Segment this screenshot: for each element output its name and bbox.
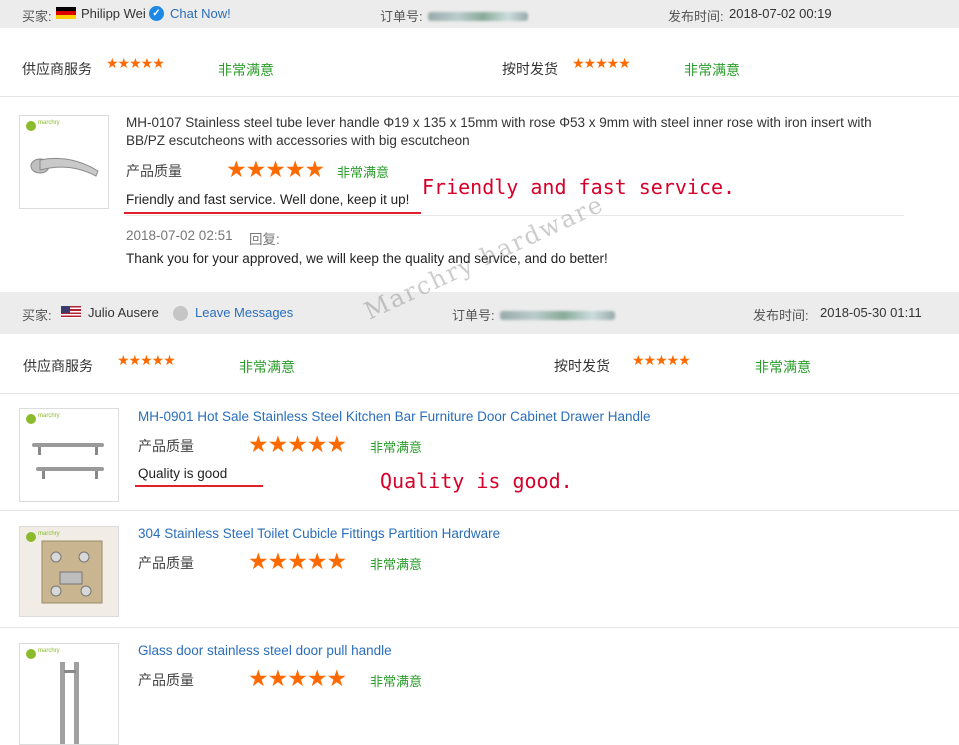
reply-divider [126,215,904,216]
product-quality-label: 产品质量 [138,438,194,454]
buyer-label: 买家: [22,9,52,24]
order-number-redacted [428,9,528,24]
order-number-label: 订单号: [380,9,423,24]
supplier-service-label: 供应商服务 [22,61,92,77]
lever-handle-image [30,157,99,177]
reply-label: 回复: [249,232,280,247]
bar-handle-image [32,443,104,479]
publish-time: 2018-05-30 01:11 [820,305,922,320]
product-item-3: marchry 304 Stainless Steel Toilet Cubic… [0,510,959,628]
review-underline [124,212,421,214]
message-icon[interactable] [173,306,188,321]
product-quality-label: 产品质量 [126,163,182,179]
chat-icon[interactable]: ✓ [149,6,164,21]
reply-timestamp: 2018-07-02 02:51 [126,228,233,243]
product-quality-verdict: 非常满意 [370,674,423,689]
product-quality-verdict: 非常满意 [370,557,423,572]
supplier-service-verdict: 非常满意 [218,62,274,78]
product-quality-verdict: 非常满意 [337,165,390,180]
review-annotation: Friendly and fast service. [422,175,736,199]
on-time-shipping-verdict: 非常满意 [755,359,811,375]
on-time-shipping-verdict: 非常满意 [684,62,740,78]
supplier-service-stars: ★★★★★ [106,55,165,71]
review-annotation: Quality is good. [380,469,573,493]
on-time-shipping-stars: ★★★★★ [632,352,691,368]
on-time-shipping-label: 按时发货 [502,61,558,77]
seller-reply: Thank you for your approved, we will kee… [126,251,608,266]
leave-messages-link[interactable]: Leave Messages [195,305,293,320]
product-thumbnail[interactable]: marchry [19,643,119,745]
order-number-redacted [500,308,615,323]
product-thumbnail[interactable]: marchry [19,526,119,617]
product-quality-label: 产品质量 [138,672,194,688]
on-time-shipping-stars: ★★★★★ [572,55,631,71]
publish-time-label: 发布时间: [668,9,724,24]
publish-time-label: 发布时间: [753,308,809,323]
buyer-name: Julio Ausere [88,305,159,320]
order-header-1: 买家: Philipp Wei ✓ Chat Now! 订单号: 发布时间: 2… [0,0,959,28]
product-thumbnail[interactable]: marchry [19,408,119,502]
on-time-shipping-label: 按时发货 [554,358,610,374]
review-underline [135,485,263,487]
product-title[interactable]: MH-0107 Stainless steel tube lever handl… [126,114,886,150]
review-text: Quality is good [138,466,228,481]
chat-now-link[interactable]: Chat Now! [170,6,231,21]
pull-handle-image [60,662,79,744]
buyer-label: 买家: [22,308,52,323]
cubicle-fittings-image [41,540,103,604]
supplier-service-stars: ★★★★★ [117,352,176,368]
order-header-2: 买家: Julio Ausere Leave Messages 订单号: 发布时… [0,292,959,334]
product-title-link[interactable]: MH-0901 Hot Sale Stainless Steel Kitchen… [138,408,838,426]
product-item-2: marchry MH-0901 Hot Sale Stainless Steel… [0,393,959,511]
product-quality-verdict: 非常满意 [370,440,423,455]
product-quality-stars: ★★★★★ [248,431,347,457]
product-quality-stars: ★★★★★ [226,156,325,182]
supplier-service-verdict: 非常满意 [239,359,295,375]
product-item-4: marchry Glass door stainless steel door … [0,627,959,745]
supplier-service-label: 供应商服务 [23,358,93,374]
feedback-page: 买家: Philipp Wei ✓ Chat Now! 订单号: 发布时间: 2… [0,0,959,745]
order-ratings-2: 供应商服务 ★★★★★ 非常满意 按时发货 ★★★★★ 非常满意 [0,334,959,394]
order-number-label: 订单号: [452,308,495,323]
publish-time: 2018-07-02 00:19 [729,6,832,21]
product-thumbnail[interactable]: marchry [19,115,109,209]
product-title-link[interactable]: Glass door stainless steel door pull han… [138,642,838,660]
order-ratings-1: 供应商服务 ★★★★★ 非常满意 按时发货 ★★★★★ 非常满意 [0,37,959,97]
product-quality-label: 产品质量 [138,555,194,571]
germany-flag-icon [56,7,76,19]
usa-flag-icon [61,306,81,318]
buyer-name: Philipp Wei [81,6,146,21]
product-quality-stars: ★★★★★ [248,548,347,574]
product-title-link[interactable]: 304 Stainless Steel Toilet Cubicle Fitti… [138,525,838,543]
product-quality-stars: ★★★★★ [248,665,347,691]
review-text: Friendly and fast service. Well done, ke… [126,192,410,207]
